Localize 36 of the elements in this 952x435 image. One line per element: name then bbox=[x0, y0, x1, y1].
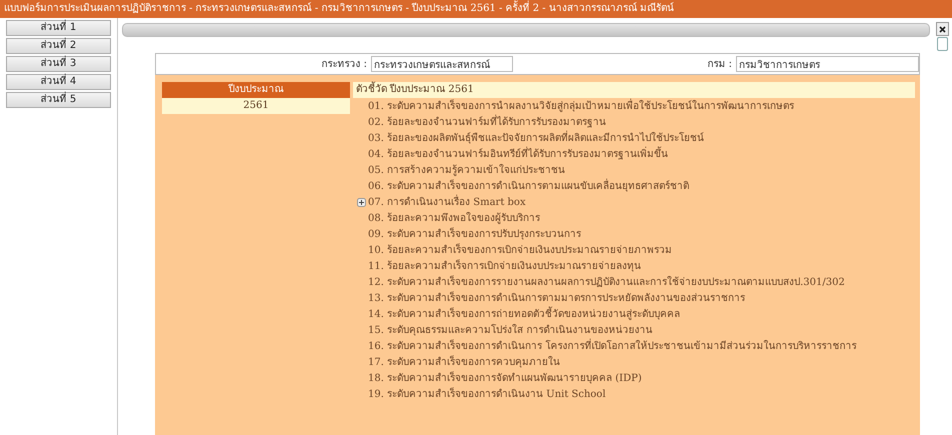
indicator-link[interactable]: 03. ร้อยละของผลิตพันธุ์พืชและปัจจัยการผลิตที่ผลิตและมีการนำไปใช้ประโยชน์ bbox=[368, 130, 704, 146]
indicator-link[interactable]: 13. ระดับความสำเร็จของการดำเนินการตามมาตรการประหยัดพลังงานของส่วนราชการ bbox=[368, 290, 746, 306]
section-button[interactable]: ส่วนที่ 5 bbox=[6, 92, 111, 108]
indicator-link[interactable]: 15. ระดับคุณธรรมและความโปร่งใส การดำเนินงานของหน่วยงาน bbox=[368, 322, 652, 338]
section-button[interactable]: ส่วนที่ 4 bbox=[6, 74, 111, 90]
indicator-link[interactable]: 19. ระดับความสำเร็จของการดำเนินงาน Unit School bbox=[368, 386, 606, 402]
indicator-link[interactable]: 01. ระดับความสำเร็จของการนำผลงานวิจัยสู่กลุ่มเป้าหมายเพื่อใช้ประโยชน์ในการพัฒนาการเกษตร bbox=[368, 98, 794, 114]
indicator-link[interactable]: 18. ระดับความสำเร็จของการจัดทำแผนพัฒนารายบุคคล (IDP) bbox=[368, 370, 642, 386]
field-label: กรม : bbox=[706, 58, 733, 72]
indicator-header: ตัวชี้วัด ปีงบประมาณ 2561 bbox=[353, 82, 915, 98]
indicator-link[interactable]: 10. ร้อยละความสำเร็จของการเบิกจ่ายเงินงบประมาณรายจ่ายภาพรวม bbox=[368, 242, 672, 258]
indicator-link[interactable]: 05. การสร้างความรู้ความเข้าใจแก่ประชาชน bbox=[368, 162, 566, 178]
indicator-link[interactable]: 14. ระดับความสำเร็จของการถ่ายทอดตัวชี้วัดของหน่วยงานสู่ระดับบุคคล bbox=[368, 306, 680, 322]
close-icon bbox=[938, 26, 946, 32]
indicator-link[interactable]: 07. การดำเนินงานเรื่อง Smart box bbox=[368, 194, 526, 210]
window-title: แบบฟอร์มการประเมินผลการปฏิบัติราชการ - กระทรวงเกษตรและสหกรณ์ - กรมวิชาการเกษตร - ปีงบประมาณ 2561 - ครั้งที่ 2 - นางสาวกรรณาภรณ์ มณีรัตน์ bbox=[0, 0, 952, 18]
field-label: กระทรวง : bbox=[320, 58, 368, 72]
department-field[interactable]: กรมวิชาการเกษตร bbox=[736, 56, 919, 72]
ministry-field[interactable]: กระทรวงเกษตรและสหกรณ์ bbox=[371, 56, 514, 72]
year-row[interactable]: 2561 bbox=[162, 98, 350, 114]
scroll-thumb[interactable] bbox=[936, 37, 948, 51]
indicator-link[interactable]: 02. ร้อยละของจำนวนฟาร์มที่ได้รับการรับรองมาตรฐาน bbox=[368, 114, 606, 130]
indicator-link[interactable]: 12. ระดับความสำเร็จของการรายงานผลงานผลการปฏิบัติงานและการใช้จ่ายงบประมาณตามแบบสงป.301/302 bbox=[368, 274, 845, 290]
indicator-link[interactable]: 06. ระดับความสำเร็จของการดำเนินการตามแผนขับเคลื่อนยุทธศาสตร์ชาติ bbox=[368, 178, 690, 194]
indicator-link[interactable]: 16. ระดับความสำเร็จของการดำเนินการ โครงการที่เปิดโอกาสให้ประชาชนเข้ามามีส่วนร่วมในการบริหารราชการ bbox=[368, 338, 856, 354]
section-button[interactable]: ส่วนที่ 3 bbox=[6, 56, 111, 72]
indicator-link[interactable]: 17. ระดับความสำเร็จของการควบคุมภายใน bbox=[368, 354, 560, 370]
expand-icon[interactable] bbox=[357, 198, 366, 206]
indicator-link[interactable]: 11. ร้อยละความสำเร็จการเบิกจ่ายเงินงบประมาณรายจ่ายลงทุน bbox=[368, 258, 642, 274]
indicator-link[interactable]: 04. ร้อยละของจำนวนฟาร์มอินทรีย์ที่ได้รับการรับรองมาตรฐานเพิ่มขึ้น bbox=[368, 146, 668, 162]
section-button[interactable]: ส่วนที่ 2 bbox=[6, 38, 111, 54]
indicator-link[interactable]: 09. ระดับความสำเร็จของการปรับปรุงกระบวนการ bbox=[368, 226, 582, 242]
column-header: ปีงบประมาณ bbox=[162, 82, 350, 98]
close-button[interactable] bbox=[936, 22, 948, 36]
section-button[interactable]: ส่วนที่ 1 bbox=[6, 20, 111, 36]
indicator-link[interactable]: 08. ร้อยละความพึงพอใจของผู้รับบริการ bbox=[368, 210, 540, 226]
